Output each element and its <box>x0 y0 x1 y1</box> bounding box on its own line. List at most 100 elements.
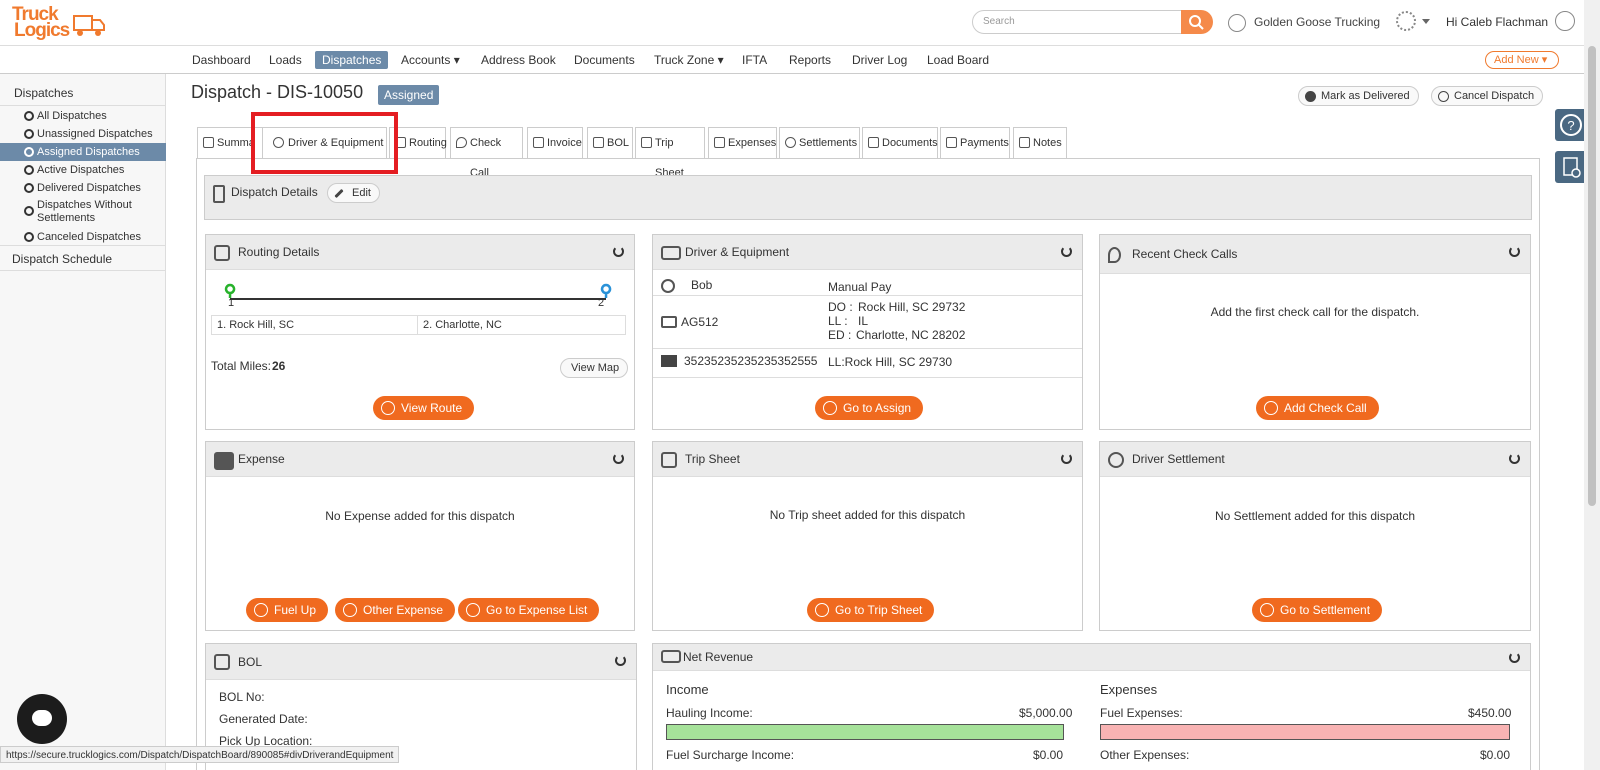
total-miles-value: 26 <box>272 359 286 373</box>
nav-loads[interactable]: Loads <box>262 51 309 69</box>
nav-address-book[interactable]: Address Book <box>474 51 563 69</box>
nav-truck-zone[interactable]: Truck Zone ▾ <box>647 51 731 69</box>
status-badge: Assigned <box>378 85 440 105</box>
tab-invoice[interactable]: Invoice <box>527 127 583 158</box>
tab-check-call[interactable]: Check Call <box>450 127 523 179</box>
svg-text:?: ? <box>1567 118 1574 133</box>
mark-delivered-button[interactable]: Mark as Delivered <box>1298 86 1419 106</box>
tab-trip-sheet[interactable]: Trip Sheet <box>635 127 705 179</box>
tab-payments[interactable]: Payments <box>940 127 1010 158</box>
refresh-icon[interactable] <box>1061 453 1072 464</box>
sidebar-item-without-settlements[interactable]: Dispatches Without Settlements <box>0 197 166 227</box>
sidebar-head-dispatches[interactable]: Dispatches <box>0 80 166 106</box>
tab-expenses[interactable]: Expenses <box>708 127 777 158</box>
sidebar-item-assigned[interactable]: Assigned Dispatches <box>0 143 166 161</box>
edit-button[interactable]: Edit <box>327 183 380 203</box>
chevron-down-icon[interactable] <box>1422 19 1430 24</box>
cancel-dispatch-button[interactable]: Cancel Dispatch <box>1431 86 1544 106</box>
fuel-expenses-label: Fuel Expenses: <box>1100 706 1183 720</box>
gear-icon[interactable] <box>1396 11 1416 31</box>
refresh-icon[interactable] <box>613 246 624 257</box>
go-to-assign-button[interactable]: Go to Assign <box>815 396 924 420</box>
truck-icon <box>73 15 105 36</box>
notes-panel-button[interactable] <box>1555 151 1587 183</box>
question-icon: ? <box>1560 114 1582 136</box>
arrow-circle-icon <box>823 401 837 415</box>
scrollbar-thumb[interactable] <box>1588 46 1596 506</box>
stop-2-number: 2 <box>598 297 605 309</box>
button-label: Fuel Up <box>274 603 317 617</box>
generated-date-label: Generated Date: <box>219 712 308 726</box>
panel-header: Net Revenue <box>653 644 1530 671</box>
tab-label: Notes <box>1033 137 1062 149</box>
tab-label: Settlements <box>799 137 858 149</box>
nav-driver-log[interactable]: Driver Log <box>845 51 914 69</box>
panel-header: Routing Details <box>206 235 634 270</box>
other-expense-button[interactable]: Other Expense <box>335 598 456 622</box>
company-selector[interactable]: Golden Goose Trucking <box>1228 10 1380 34</box>
tab-label: Documents <box>882 137 938 149</box>
payment-icon <box>946 137 957 148</box>
panel-header: Driver & Equipment <box>653 235 1082 270</box>
panel-header: Recent Check Calls <box>1100 235 1530 274</box>
refresh-icon[interactable] <box>1509 652 1520 663</box>
nav-documents[interactable]: Documents <box>567 51 642 69</box>
search-button[interactable] <box>1181 10 1213 34</box>
ban-icon <box>1438 91 1449 102</box>
expense-message: No Expense added for this dispatch <box>325 509 515 523</box>
refresh-icon[interactable] <box>1509 453 1520 464</box>
nav-dispatches[interactable]: Dispatches <box>315 51 389 69</box>
check-circle-icon <box>1305 91 1316 102</box>
tab-bol[interactable]: BOL <box>587 127 633 158</box>
view-map-button[interactable]: View Map <box>560 358 629 378</box>
chat-button[interactable] <box>17 694 67 744</box>
trucklogics-logo[interactable]: Truck Logics <box>12 4 105 42</box>
document-icon <box>1563 157 1581 178</box>
go-to-settlement-button[interactable]: Go to Settlement <box>1252 598 1383 622</box>
add-check-call-button[interactable]: Add Check Call <box>1256 396 1379 420</box>
avatar[interactable] <box>1555 11 1575 31</box>
refresh-icon[interactable] <box>615 655 626 666</box>
hauling-income-bar <box>666 724 1064 740</box>
arrow-circle-icon <box>815 603 829 617</box>
user-greeting[interactable]: Hi Caleb Flachman <box>1446 10 1548 34</box>
help-button[interactable]: ? <box>1555 109 1587 141</box>
routing-details-panel: Routing Details 1 2 1. Rock Hill, SC 2. … <box>205 234 635 430</box>
sidebar-item-label: All Dispatches <box>37 110 107 122</box>
tab-documents[interactable]: Documents <box>862 127 938 158</box>
go-to-trip-sheet-button[interactable]: Go to Trip Sheet <box>807 598 935 622</box>
cancel-dispatch-label: Cancel Dispatch <box>1454 90 1535 102</box>
refresh-icon[interactable] <box>1061 246 1072 257</box>
refresh-icon[interactable] <box>1509 246 1520 257</box>
refresh-icon[interactable] <box>613 453 624 464</box>
nav-reports[interactable]: Reports <box>782 51 838 69</box>
button-label: View Route <box>401 401 463 415</box>
map-pin-icon <box>1108 247 1121 263</box>
sidebar-item-active[interactable]: Active Dispatches <box>0 161 166 179</box>
stop-1-number: 1 <box>228 297 235 309</box>
bol-icon <box>214 654 230 670</box>
add-new-button[interactable]: Add New ▾ <box>1485 51 1559 69</box>
sidebar-item-unassigned[interactable]: Unassigned Dispatches <box>0 125 166 143</box>
sidebar-item-delivered[interactable]: Delivered Dispatches <box>0 179 166 197</box>
sidebar-item-canceled[interactable]: Canceled Dispatches <box>0 228 166 246</box>
trip-sheet-icon <box>661 452 677 468</box>
sidebar-dispatch-schedule[interactable]: Dispatch Schedule <box>0 245 166 271</box>
go-to-expense-list-button[interactable]: Go to Expense List <box>458 598 600 622</box>
button-label: Go to Trip Sheet <box>835 603 923 617</box>
nav-dashboard[interactable]: Dashboard <box>185 51 258 69</box>
view-route-button[interactable]: View Route <box>373 396 475 420</box>
ed-label: ED : <box>828 328 852 342</box>
fuel-up-button[interactable]: Fuel Up <box>246 598 329 622</box>
tab-settlements[interactable]: Settlements <box>779 127 860 158</box>
sidebar-item-label: Dispatches Without <box>37 199 132 211</box>
tab-notes[interactable]: Notes <box>1013 127 1067 158</box>
nav-ifta[interactable]: IFTA <box>735 51 774 69</box>
nav-load-board[interactable]: Load Board <box>920 51 996 69</box>
nav-accounts[interactable]: Accounts ▾ <box>394 51 467 69</box>
hauling-income-label: Hauling Income: <box>666 706 753 720</box>
settlement-icon <box>1108 452 1124 468</box>
sidebar-item-all[interactable]: All Dispatches <box>0 107 166 125</box>
search-input[interactable]: Search <box>972 10 1182 34</box>
hauling-income-bar-fill <box>667 725 1063 739</box>
